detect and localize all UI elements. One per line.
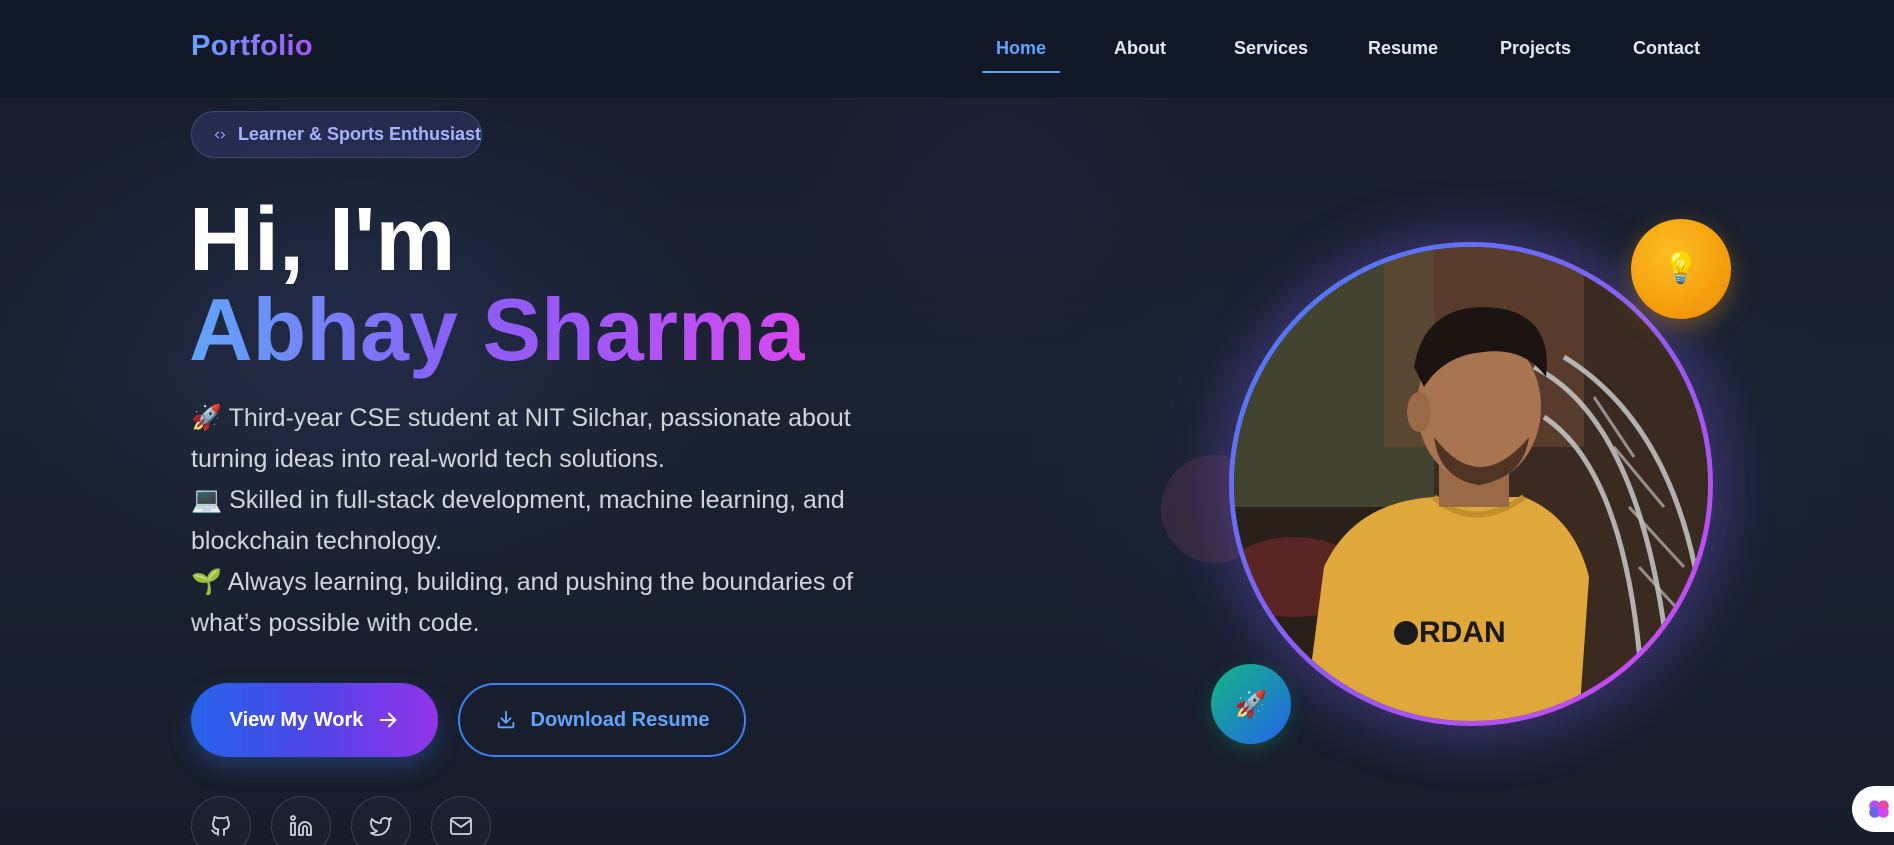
rocket-bubble: 🚀 bbox=[1211, 664, 1291, 744]
description-line: what’s possible with code. bbox=[191, 609, 480, 637]
description-line: 🌱 Always learning, building, and pushing… bbox=[191, 568, 854, 596]
nav-services[interactable]: Services bbox=[1234, 38, 1308, 59]
navbar: Portfolio Home About Services Resume Pro… bbox=[0, 0, 1894, 99]
linkedin-icon bbox=[290, 815, 312, 836]
arrow-right-icon bbox=[380, 712, 397, 728]
shirt-text: RDAN bbox=[1419, 616, 1506, 649]
nav-home[interactable]: Home bbox=[996, 38, 1046, 59]
description-line: 🚀 Third-year CSE student at NIT Silchar,… bbox=[191, 404, 851, 432]
hero-description: 🚀 Third-year CSE student at NIT Silchar,… bbox=[191, 398, 891, 644]
description-line: blockchain technology. bbox=[191, 527, 443, 555]
code-icon bbox=[214, 131, 225, 138]
logo[interactable]: Portfolio bbox=[191, 30, 313, 63]
nav-active-indicator bbox=[982, 71, 1060, 73]
profile-photo-illustration: RDAN bbox=[1234, 247, 1708, 721]
badge-label: Learner & Sports Enthusiast bbox=[237, 124, 481, 144]
lightbulb-bubble: 💡 bbox=[1631, 219, 1731, 319]
download-resume-label: Download Resume bbox=[530, 708, 710, 731]
nav-projects[interactable]: Projects bbox=[1500, 38, 1571, 59]
description-line: turning ideas into real-world tech solut… bbox=[191, 445, 665, 473]
description-line: 💻 Skilled in full-stack development, mac… bbox=[191, 486, 845, 514]
brain-icon bbox=[1869, 800, 1889, 818]
view-my-work-label: View My Work bbox=[229, 708, 364, 731]
twitter-icon bbox=[370, 817, 392, 836]
nav-contact[interactable]: Contact bbox=[1633, 38, 1700, 59]
rocket-icon: 🚀 bbox=[1234, 689, 1268, 719]
hero-name: Abhay Sharma bbox=[189, 280, 806, 379]
profile-photo: RDAN bbox=[1234, 247, 1708, 721]
assistant-widget-button[interactable] bbox=[1852, 786, 1894, 832]
mail-icon bbox=[450, 817, 472, 835]
nav-about[interactable]: About bbox=[1114, 38, 1166, 59]
hero-greeting: Hi, I'm bbox=[189, 190, 456, 290]
github-icon bbox=[211, 816, 230, 836]
download-resume-button[interactable]: Download Resume bbox=[458, 683, 746, 757]
nav-resume[interactable]: Resume bbox=[1368, 38, 1438, 59]
lightbulb-icon: 💡 bbox=[1662, 252, 1700, 285]
download-icon bbox=[497, 710, 514, 729]
role-badge: Learner & Sports Enthusiast bbox=[191, 111, 482, 158]
profile-image-frame: RDAN bbox=[1229, 242, 1713, 726]
view-my-work-button[interactable]: View My Work bbox=[191, 683, 438, 757]
